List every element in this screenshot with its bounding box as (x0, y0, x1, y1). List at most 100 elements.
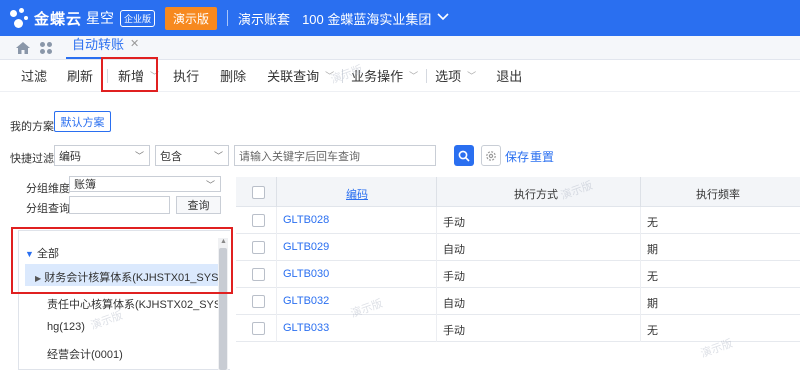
divider (436, 261, 437, 288)
cell-mode: 自动 (443, 244, 465, 256)
table-row[interactable]: GLTB032 自动 期 (236, 288, 800, 315)
data-grid: 编码 执行方式 执行频率 GLTB028 手动 无 GLTB029 自动 期 G… (236, 177, 800, 370)
filter-button[interactable]: 过滤 (21, 66, 47, 85)
close-icon[interactable]: ✕ (130, 37, 139, 50)
search-icon (458, 150, 470, 162)
divider (426, 68, 428, 83)
org-selector[interactable]: 100 金蝶蓝海实业集团 (302, 9, 431, 28)
select-all-checkbox[interactable] (252, 186, 265, 199)
row-checkbox[interactable] (252, 241, 265, 254)
scheme-label: 我的方案 (10, 121, 54, 133)
highlight-box (11, 227, 233, 294)
divider (640, 261, 641, 288)
cell-frequency: 期 (647, 298, 658, 310)
settings-button[interactable] (481, 145, 501, 166)
quick-filter-label: 快捷过滤 (10, 153, 54, 165)
divider (436, 288, 437, 315)
table-row[interactable]: GLTB033 手动 无 (236, 315, 800, 342)
refresh-button[interactable]: 刷新 (67, 66, 93, 85)
edition-badge: 企业版 (120, 9, 156, 27)
tab-auto-transfer[interactable]: 自动转账 ✕ (66, 34, 146, 59)
search-input[interactable]: 请输入关键字后回车查询 (234, 145, 436, 166)
chevron-down-icon: ﹀ (409, 71, 419, 81)
cell-frequency: 期 (647, 244, 658, 256)
row-checkbox[interactable] (252, 322, 265, 335)
cell-frequency: 无 (647, 325, 658, 337)
search-button[interactable] (454, 145, 474, 166)
cell-mode: 手动 (443, 271, 465, 283)
group-dimension-select[interactable]: 账簿 ﹀ (69, 176, 221, 192)
tree-item[interactable]: 责任中心核算体系(KJHSTX02_SYS) (47, 296, 225, 312)
highlight-box (101, 57, 158, 92)
delete-button[interactable]: 删除 (220, 66, 246, 85)
cell-code[interactable]: GLTB029 (283, 241, 329, 253)
logo-text: 金蝶云 (34, 10, 83, 28)
divider (640, 288, 641, 315)
save-link[interactable]: 保存 (505, 148, 529, 165)
divider (276, 288, 277, 315)
divider (436, 234, 437, 261)
cell-frequency: 无 (647, 271, 658, 283)
group-query-label: 分组查询 (26, 203, 70, 215)
cell-code[interactable]: GLTB032 (283, 295, 329, 307)
cell-code[interactable]: GLTB030 (283, 268, 329, 280)
divider (276, 315, 277, 342)
account-name[interactable]: 演示账套 (238, 9, 290, 28)
options-label: 选项 (435, 69, 462, 84)
group-query-input[interactable] (69, 196, 170, 214)
chevron-down-icon: ﹀ (467, 71, 477, 81)
group-query-button[interactable]: 查询 (176, 196, 221, 214)
tree-item[interactable]: hg(123) (47, 321, 85, 333)
logo: 金蝶云 星空 企业版 (8, 7, 156, 29)
home-icon[interactable] (16, 42, 30, 54)
row-checkbox[interactable] (252, 295, 265, 308)
default-scheme-button[interactable]: 默认方案 (54, 111, 111, 132)
cell-code[interactable]: GLTB028 (283, 214, 329, 226)
column-header-code[interactable]: 编码 (346, 186, 368, 202)
divider (276, 234, 277, 261)
column-header-frequency[interactable]: 执行频率 (696, 186, 740, 202)
divider (640, 177, 641, 207)
column-header-mode[interactable]: 执行方式 (514, 186, 558, 202)
divider (640, 207, 641, 234)
chevron-down-icon[interactable] (437, 12, 449, 24)
business-ops-label: 业务操作 (351, 69, 404, 84)
apps-grid-icon[interactable] (40, 42, 52, 54)
divider (276, 177, 277, 207)
divider (436, 315, 437, 342)
divider (436, 177, 437, 207)
execute-button[interactable]: 执行 (173, 66, 199, 85)
cell-mode: 自动 (443, 298, 465, 310)
business-ops-button[interactable]: 业务操作 ﹀ (351, 66, 418, 85)
row-checkbox[interactable] (252, 268, 265, 281)
related-query-button[interactable]: 关联查询 ﹀ (267, 66, 334, 85)
group-dimension-value: 账簿 (74, 179, 96, 191)
chevron-down-icon: ﹀ (205, 180, 215, 190)
table-row[interactable]: GLTB028 手动 无 (236, 207, 800, 234)
divider (276, 261, 277, 288)
chevron-down-icon: ﹀ (134, 151, 144, 161)
demo-badge[interactable]: 演示版 (165, 6, 218, 30)
cell-mode: 手动 (443, 217, 465, 229)
row-checkbox[interactable] (252, 214, 265, 227)
filter-operator-select[interactable]: 包含 ﹀ (155, 145, 229, 166)
gear-icon (486, 150, 496, 161)
cell-mode: 手动 (443, 325, 465, 337)
filter-field-select[interactable]: 编码 ﹀ (54, 145, 150, 166)
divider (640, 315, 641, 342)
group-dimension-label: 分组维度 (26, 183, 70, 195)
table-row[interactable]: GLTB030 手动 无 (236, 261, 800, 288)
cell-code[interactable]: GLTB033 (283, 322, 329, 334)
exit-button[interactable]: 退出 (496, 66, 522, 85)
grid-header: 编码 执行方式 执行频率 (236, 177, 800, 207)
options-button[interactable]: 选项 ﹀ (435, 66, 476, 85)
logo-sub: 星空 (86, 10, 115, 26)
reset-link[interactable]: 重置 (530, 148, 554, 165)
logo-icon (8, 7, 30, 29)
cell-frequency: 无 (647, 217, 658, 229)
table-row[interactable]: GLTB029 自动 期 (236, 234, 800, 261)
chevron-down-icon: ﹀ (325, 71, 335, 81)
related-query-label: 关联查询 (267, 69, 320, 84)
tree-item[interactable]: 经营会计(0001) (47, 346, 123, 362)
search-placeholder: 请输入关键字后回车查询 (239, 150, 360, 163)
